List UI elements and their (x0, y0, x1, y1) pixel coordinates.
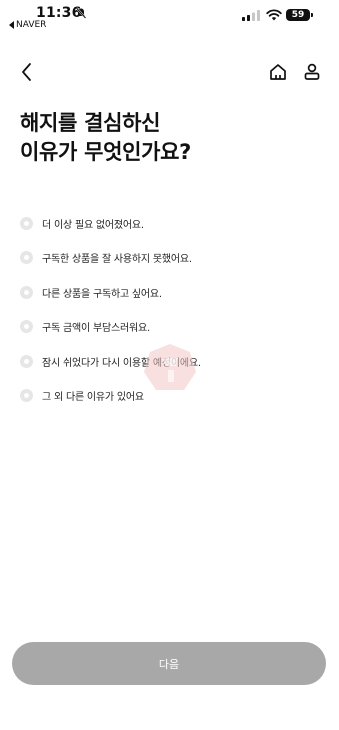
page-title-line2: 이유가 무엇인가요? (20, 140, 192, 164)
home-button[interactable] (264, 58, 292, 86)
page-title: 해지를 결심하신 이유가 무엇인가요? (20, 109, 320, 167)
next-button[interactable]: 다음 (12, 642, 326, 685)
reason-option-label: 구독 금액이 부담스러워요. (42, 323, 150, 335)
reason-option-price-burden[interactable]: 구독 금액이 부담스러워요. (20, 310, 320, 345)
back-to-app-link[interactable]: NAVER (9, 20, 46, 30)
radio-button[interactable] (20, 285, 33, 299)
wifi-icon (266, 9, 282, 21)
radio-button[interactable] (20, 354, 33, 368)
cellular-signal-icon (242, 10, 260, 21)
back-button[interactable] (13, 58, 41, 86)
reason-option-not-used-well[interactable]: 구독한 상품을 잘 사용하지 못했어요. (20, 241, 320, 276)
home-icon (270, 64, 286, 80)
radio-button[interactable] (20, 216, 33, 230)
user-icon (304, 63, 320, 80)
reason-option-no-longer-needed[interactable]: 더 이상 필요 없어졌어요. (20, 206, 320, 241)
battery-icon: 59 (286, 9, 313, 21)
reason-option-label: 다른 상품을 구독하고 싶어요. (42, 288, 162, 300)
radio-button[interactable] (20, 251, 33, 265)
reason-option-label: 더 이상 필요 없어졌어요. (42, 219, 144, 231)
page-title-line1: 해지를 결심하신 (20, 111, 161, 135)
reason-option-label: 구독한 상품을 잘 사용하지 못했어요. (42, 254, 192, 266)
battery-level: 59 (291, 10, 305, 20)
top-navigation (0, 56, 339, 90)
radio-button[interactable] (20, 320, 33, 334)
status-bar: 11:36 NAVER 59 (0, 0, 339, 34)
subscription-cancel-reason-screen: 11:36 NAVER 59 해지를 결심하신 이유가 무엇인가요? 더 이상 … (0, 0, 339, 730)
my-page-button[interactable] (298, 58, 326, 86)
back-triangle-icon (9, 21, 14, 29)
chevron-left-icon (22, 63, 31, 81)
reason-option-other-product[interactable]: 다른 상품을 구독하고 싶어요. (20, 275, 320, 310)
radio-button[interactable] (20, 389, 33, 403)
bell-slash-icon (75, 7, 87, 19)
watermark-logo (144, 344, 196, 390)
reason-option-label: 그 외 다른 이유가 있어요 (42, 392, 144, 404)
back-app-label: NAVER (16, 20, 47, 30)
next-button-label: 다음 (158, 657, 180, 671)
